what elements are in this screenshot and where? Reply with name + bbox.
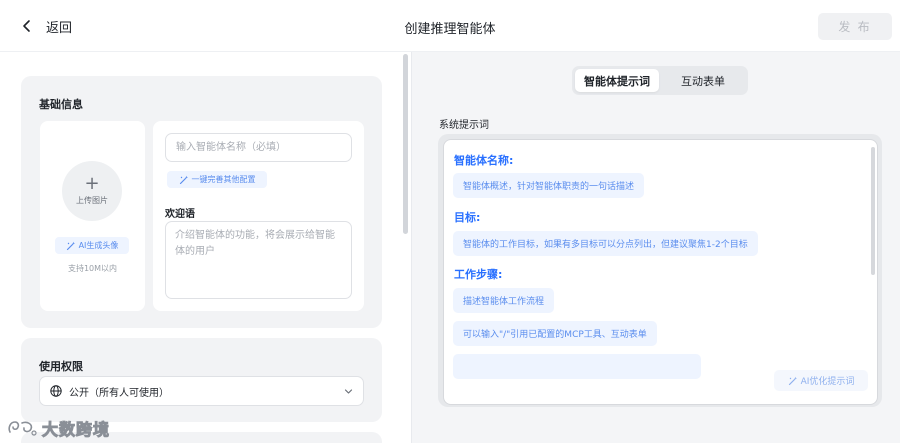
plus-icon: + [84,172,100,194]
info-panel: 一键完善其他配置 欢迎语 [153,121,364,311]
prompt-pane: 智能体提示词 互动表单 系统提示词 智能体名称: 智能体概述，针对智能体职责的一… [412,52,900,443]
prompt-placeholder-chip-partial [453,354,701,379]
tab-bar: 智能体提示词 互动表单 [572,66,748,95]
prompt-heading-goal: 目标: [454,211,481,224]
permission-value: 公开（所有人可使用） [69,387,169,399]
magic-wand-icon [66,241,75,250]
ai-optimize-prompt-button[interactable]: AI优化提示词 [774,370,868,391]
back-label: 返回 [46,20,73,36]
prompt-heading-name: 智能体名称: [454,154,514,167]
avatar-panel: + 上传图片 AI生成头像 支持10M以内 [40,121,145,311]
upload-image-button[interactable]: + 上传图片 [62,161,122,221]
config-pane: 基础信息 + 上传图片 AI生成头像 支持10M以内 一键完善其他配置 欢迎语 … [0,52,402,443]
prompt-placeholder-chip[interactable]: 智能体的工作目标，如果有多目标可以分点列出，但建议聚焦1-2个目标 [453,231,758,256]
magic-wand-icon [788,376,797,385]
prompt-placeholder-chip[interactable]: 智能体概述，针对智能体职责的一句话描述 [453,173,645,198]
top-bar: 返回 创建推理智能体 发 布 [0,0,900,52]
publish-button[interactable]: 发 布 [818,13,892,40]
tab-interactive-form[interactable]: 互动表单 [661,69,745,92]
back-button[interactable]: 返回 [20,14,72,38]
left-pane-scrollbar[interactable] [403,54,408,234]
upload-image-label: 上传图片 [76,195,108,205]
permission-select[interactable]: 公开（所有人可使用） [39,376,364,406]
ai-generate-avatar-label: AI生成头像 [78,241,119,250]
chevron-down-icon [344,388,353,394]
chevron-left-icon [23,20,30,32]
next-section-card [21,432,382,443]
agent-name-input[interactable] [165,133,352,162]
auto-complete-config-label: 一键完善其他配置 [191,175,256,184]
permissions-title: 使用权限 [39,360,83,373]
welcome-message-input[interactable] [165,221,352,299]
prompt-placeholder-chip[interactable]: 描述智能体工作流程 [453,288,555,313]
auto-complete-config-button[interactable]: 一键完善其他配置 [167,171,267,188]
prompt-scrollbar[interactable] [871,147,875,275]
page-title: 创建推理智能体 [404,22,496,37]
system-prompt-label: 系统提示词 [439,120,489,131]
permissions-card: 使用权限 公开（所有人可使用） [21,338,382,422]
magic-wand-icon [179,175,188,184]
prompt-heading-steps: 工作步骤: [454,268,503,281]
ai-optimize-prompt-label: AI优化提示词 [800,377,855,387]
basic-info-title: 基础信息 [39,98,83,111]
basic-info-card: 基础信息 + 上传图片 AI生成头像 支持10M以内 一键完善其他配置 欢迎语 [21,76,382,328]
globe-icon [50,385,62,397]
avatar-size-hint: 支持10M以内 [67,264,118,273]
welcome-title: 欢迎语 [165,209,195,220]
system-prompt-editor[interactable]: 智能体名称: 智能体概述，针对智能体职责的一句话描述 目标: 智能体的工作目标，… [443,139,878,405]
tab-agent-prompt[interactable]: 智能体提示词 [575,69,659,92]
ai-generate-avatar-button[interactable]: AI生成头像 [55,237,129,254]
prompt-placeholder-chip[interactable]: 可以输入"/"引用已配置的MCP工具、互动表单 [453,321,657,346]
